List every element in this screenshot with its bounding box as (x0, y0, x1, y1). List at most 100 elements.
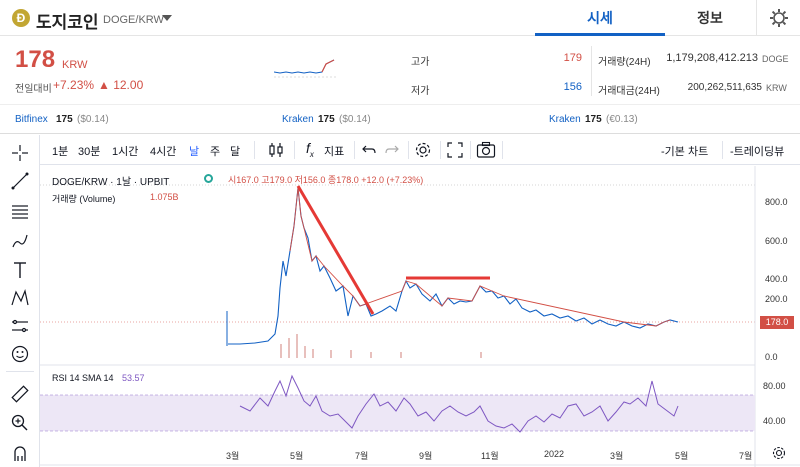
price-chart[interactable] (40, 166, 800, 467)
interval-1m[interactable]: 1분 (52, 143, 68, 159)
drawing-toolbar (0, 135, 40, 467)
camera-icon[interactable] (476, 141, 496, 159)
pattern-icon[interactable] (10, 288, 30, 308)
interval-4h[interactable]: 4시간 (150, 143, 176, 159)
time-axis-tick: 2022 (544, 449, 565, 459)
exchange-name[interactable]: Kraken (549, 114, 581, 125)
interval-month[interactable]: 달 (230, 143, 240, 159)
exchange-name[interactable]: Bitfinex (15, 114, 48, 125)
trend-line-icon[interactable] (10, 171, 30, 191)
brush-icon[interactable] (10, 231, 30, 251)
divider (294, 141, 295, 159)
gear-icon (770, 9, 788, 27)
exchange-price: 175 (585, 114, 602, 125)
volume-indicator-value: 1.075B (150, 192, 179, 202)
price-unit: KRW (62, 59, 88, 71)
price-axis-tick: 600.0 (765, 236, 788, 246)
emoji-icon[interactable] (10, 344, 30, 364)
high-value: 179 (563, 52, 582, 64)
measure-icon[interactable] (10, 316, 30, 336)
time-axis-tick: 11월 (481, 451, 499, 461)
undo-icon[interactable] (362, 143, 376, 157)
redo-icon[interactable] (385, 143, 399, 157)
chart-toolbar: 1분 30분 1시간 4시간 날 주 달 fx 지표 -기본 차트 -트레이딩뷰 (40, 135, 800, 165)
basic-chart-button[interactable]: -기본 차트 (661, 143, 708, 159)
ohlc-values: 시167.0 고179.0 저156.0 종178.0 +12.0 (+7.23… (228, 175, 424, 185)
fx-icon[interactable]: fx (306, 140, 314, 159)
price-axis-tick: 0.0 (765, 352, 778, 362)
interval-week[interactable]: 주 (210, 143, 220, 159)
time-axis-tick: 3월 (226, 451, 240, 461)
gear-icon[interactable] (772, 446, 786, 460)
header-bar: Ð 도지코인 DOGE/KRW 시세 정보 (0, 0, 800, 36)
chart-title: DOGE/KRW · 1날 · UPBIT (52, 177, 170, 188)
price-axis-tick: 400.0 (765, 274, 788, 284)
divider (502, 141, 503, 159)
chevron-down-icon[interactable] (162, 15, 172, 21)
tradingview-button[interactable]: -트레이딩뷰 (730, 143, 784, 159)
exchange-price: 175 (318, 114, 335, 125)
divider (254, 141, 255, 159)
divider (408, 141, 409, 159)
divider (6, 371, 34, 372)
divider (470, 141, 471, 159)
rsi-axis-tick: 40.00 (763, 416, 786, 426)
divider (354, 141, 355, 159)
interval-day[interactable]: 날 (189, 143, 199, 159)
tab-price[interactable]: 시세 (535, 0, 665, 36)
trade-value-label: 거래대금(24H) (598, 86, 660, 97)
time-axis-tick: 3월 (610, 451, 624, 461)
exchange-prices: Bitfinex 175 ($0.14) Kraken 175 ($0.14) … (0, 104, 800, 134)
interval-1h[interactable]: 1시간 (112, 143, 138, 159)
zoom-in-icon[interactable] (10, 413, 30, 433)
exchange-alt: ($0.14) (77, 114, 109, 125)
interval-30m[interactable]: 30분 (78, 143, 100, 159)
low-value: 156 (563, 81, 582, 93)
change-amount: ▲ 12.00 (98, 78, 144, 92)
ruler-icon[interactable] (10, 384, 30, 404)
text-icon[interactable] (10, 260, 30, 280)
current-price: 178 (15, 46, 56, 73)
magnet-icon[interactable] (10, 443, 30, 463)
live-status-icon (204, 174, 213, 183)
time-axis-tick: 7월 (355, 451, 369, 461)
rsi-indicator-value: 53.57 (122, 373, 145, 383)
divider (722, 141, 723, 159)
candle-type-icon[interactable] (267, 141, 285, 159)
change-label: 전일대비 (15, 84, 52, 95)
dogecoin-logo-icon: Ð (12, 9, 30, 27)
time-axis-tick: 7월 (739, 451, 753, 461)
tab-info[interactable]: 정보 (665, 0, 755, 36)
fullscreen-icon[interactable] (446, 141, 464, 159)
volume-value: 1,179,208,412.213 (666, 52, 758, 64)
exchange-price: 175 (56, 114, 73, 125)
high-label: 고가 (411, 57, 430, 68)
exchange-name[interactable]: Kraken (282, 114, 314, 125)
rsi-axis-tick: 80.00 (763, 381, 786, 391)
divider (591, 46, 592, 96)
volume-indicator-label[interactable]: 거래량 (Volume) (52, 192, 115, 205)
gear-icon[interactable] (414, 141, 432, 159)
change-percent: +7.23% (53, 78, 95, 92)
divider (440, 141, 441, 159)
crosshair-icon[interactable] (10, 143, 30, 163)
exchange-alt: (€0.13) (606, 114, 638, 125)
time-axis-tick: 9월 (419, 451, 433, 461)
settings-button[interactable] (756, 0, 800, 36)
indicators-button[interactable]: 지표 (324, 143, 344, 159)
time-axis-tick: 5월 (675, 451, 689, 461)
coin-name: 도지코인 (36, 13, 99, 32)
coin-pair: DOGE/KRW (103, 14, 164, 26)
trade-value-unit: KRW (766, 83, 787, 93)
low-label: 저가 (411, 86, 430, 97)
trade-value: 200,262,511,635 (687, 82, 762, 93)
price-axis-tick: 800.0 (765, 197, 788, 207)
time-axis-tick: 5월 (290, 451, 304, 461)
fib-lines-icon[interactable] (10, 201, 30, 221)
volume-unit: DOGE (762, 54, 789, 64)
rsi-indicator-label[interactable]: RSI 14 SMA 14 (52, 373, 114, 383)
current-price-tag: 178.0 (760, 316, 794, 329)
exchange-alt: ($0.14) (339, 114, 371, 125)
mini-chart (274, 54, 338, 84)
volume-label: 거래량(24H) (598, 57, 651, 68)
